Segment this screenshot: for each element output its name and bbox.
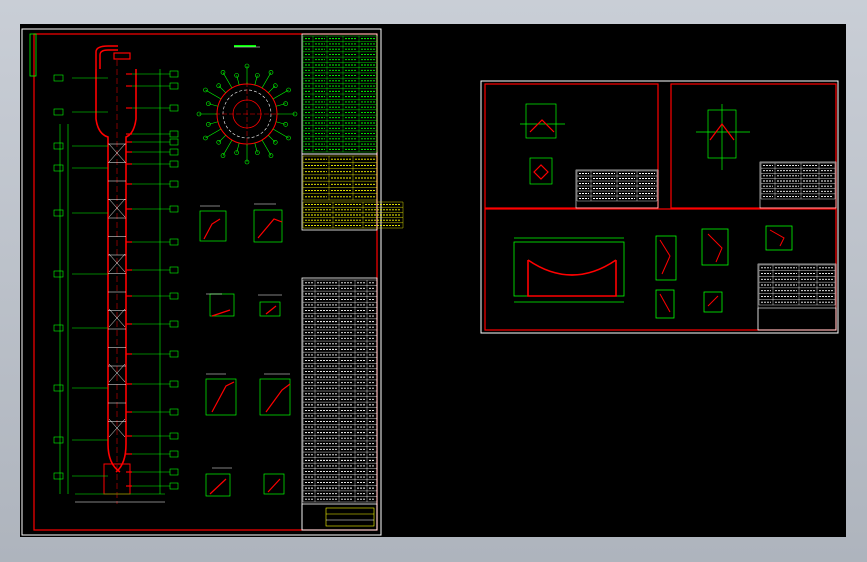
nozzle-table: [302, 35, 378, 153]
cad-drawing: [21, 28, 839, 536]
cad-model-viewport[interactable]: [20, 24, 846, 537]
parts-list-table: [302, 279, 378, 503]
design-data-table: [302, 155, 404, 229]
distillation-tower: [95, 45, 137, 504]
left-sheet-tables: [301, 33, 378, 531]
detail-sheet-bottom[interactable]: [484, 208, 837, 331]
nozzle-orientation-view: [215, 45, 279, 146]
detail-sheet-top-left[interactable]: [484, 83, 659, 209]
tower-nozzles: [53, 70, 179, 490]
detail-sheet-top-right[interactable]: [670, 83, 837, 209]
title-block: [325, 507, 375, 527]
